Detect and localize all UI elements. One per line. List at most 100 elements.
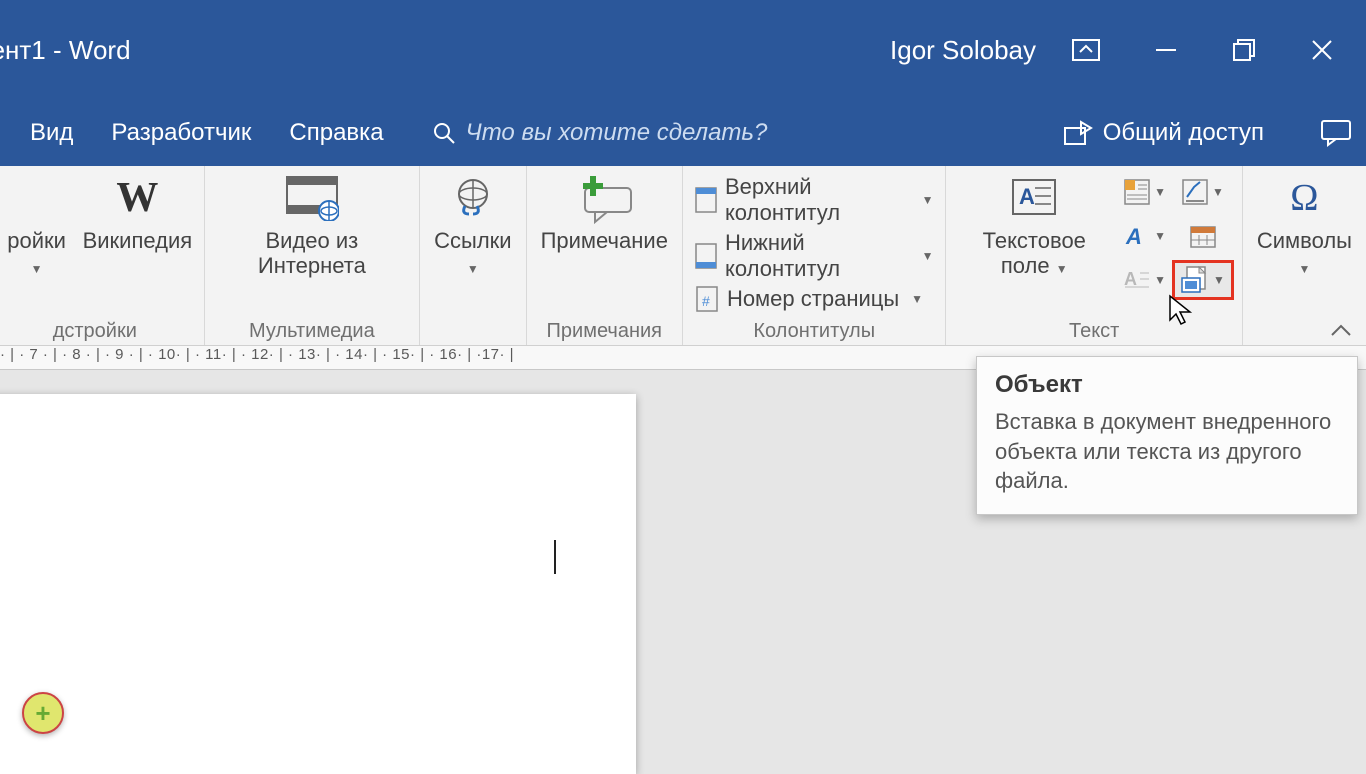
tooltip-object: Объект Вставка в документ внедренного об… (976, 356, 1358, 515)
new-comment-button[interactable]: Примечание (535, 172, 674, 253)
comment-icon (573, 172, 635, 224)
object-button[interactable]: ▼ (1172, 260, 1234, 300)
header-button[interactable]: Верхний колонтитул ▼ (695, 174, 934, 226)
header-label: Верхний колонтитул (725, 174, 910, 226)
group-addins-label: дстройки (0, 318, 196, 345)
my-addins-button[interactable]: ройки ▼ (0, 172, 79, 279)
add-annotation-button[interactable]: + (22, 692, 64, 734)
chevron-down-icon: ▼ (1154, 273, 1166, 287)
chevron-down-icon: ▼ (922, 193, 934, 207)
chevron-down-icon: ▼ (1212, 185, 1224, 199)
ribbon: ройки ▼ W Википедия дстройки Видео из Ин… (0, 166, 1366, 346)
comment-label: Примечание (541, 228, 668, 253)
chevron-down-icon: ▼ (467, 262, 479, 276)
group-text: A Текстовое поле ▼ ▼ ▼ A ▼ (946, 166, 1242, 345)
footer-label: Нижний колонтитул (725, 230, 910, 282)
symbols-button[interactable]: Ω Символы ▼ (1251, 172, 1358, 279)
quick-parts-button[interactable]: ▼ (1118, 172, 1172, 212)
object-icon (1181, 266, 1209, 294)
page[interactable] (0, 394, 636, 774)
group-symbols: Ω Символы ▼ (1243, 166, 1366, 345)
close-icon[interactable] (1310, 38, 1334, 62)
chevron-down-icon: ▼ (922, 249, 934, 263)
online-video-button[interactable]: Видео из Интернета (213, 172, 412, 279)
chevron-down-icon: ▼ (1213, 273, 1225, 287)
signature-icon (1182, 179, 1208, 205)
group-addins: ройки ▼ W Википедия дстройки (0, 166, 205, 345)
chevron-down-icon: ▼ (1154, 185, 1166, 199)
text-box-icon: A (1011, 172, 1057, 224)
chevron-down-icon: ▼ (1056, 262, 1068, 276)
group-comments-label: Примечания (535, 318, 674, 345)
ruler-ticks: · | · 7 · | · 8 · | · 9 · | · 10· | · 11… (0, 346, 514, 363)
wikipedia-label: Википедия (83, 228, 193, 253)
tooltip-body: Вставка в документ внедренного объекта и… (995, 407, 1339, 496)
tell-me-search[interactable] (432, 119, 1025, 147)
footer-button[interactable]: Нижний колонтитул ▼ (695, 230, 934, 282)
wikipedia-button[interactable]: W Википедия (79, 172, 195, 253)
window-controls (1056, 38, 1366, 62)
page-number-icon: # (695, 286, 719, 312)
links-label: Ссылки (434, 228, 511, 253)
textbox-label: Текстовое поле (983, 228, 1086, 278)
svg-text:A: A (1124, 269, 1137, 289)
svg-text:#: # (702, 293, 710, 309)
page-number-label: Номер страницы (727, 286, 899, 312)
quick-parts-icon (1124, 179, 1150, 205)
document-title: умент1 - Word (0, 35, 870, 66)
group-symbols-label (1251, 341, 1358, 345)
chevron-down-icon: ▼ (1154, 229, 1166, 243)
share-button[interactable]: Общий доступ (1063, 119, 1264, 147)
tab-view[interactable]: Вид (30, 113, 73, 153)
date-time-icon (1190, 223, 1216, 249)
minimize-icon[interactable] (1154, 38, 1178, 62)
username: Igor Solobay (870, 35, 1056, 66)
tooltip-title: Объект (995, 371, 1339, 399)
links-button[interactable]: Ссылки ▼ (428, 172, 517, 279)
page-number-button[interactable]: # Номер страницы ▼ (695, 286, 934, 312)
wikipedia-icon: W (116, 172, 158, 224)
header-icon (695, 187, 717, 213)
text-cursor (554, 540, 556, 574)
chevron-down-icon: ▼ (31, 262, 43, 276)
search-input[interactable] (466, 119, 886, 147)
ribbon-tabs: Вид Разработчик Справка Общий доступ (0, 100, 1366, 166)
search-icon (432, 121, 456, 145)
drop-cap-button[interactable]: A ▼ (1118, 260, 1172, 300)
chevron-down-icon: ▼ (1298, 262, 1310, 276)
signature-line-button[interactable]: ▼ (1172, 172, 1234, 212)
group-comments: Примечание Примечания (527, 166, 683, 345)
title-bar: умент1 - Word Igor Solobay (0, 0, 1366, 100)
restore-icon[interactable] (1232, 38, 1256, 62)
comments-pane-icon[interactable] (1320, 119, 1352, 147)
addins-label: ройки (7, 228, 66, 253)
ribbon-display-options-icon[interactable] (1072, 39, 1100, 61)
link-icon (451, 172, 495, 224)
share-icon (1063, 120, 1093, 146)
group-media: Видео из Интернета Мультимедиа (205, 166, 421, 345)
video-icon (285, 172, 339, 224)
wordart-button[interactable]: A ▼ (1118, 216, 1172, 256)
svg-text:A: A (1019, 184, 1035, 209)
date-time-button[interactable] (1172, 216, 1234, 256)
video-label: Видео из Интернета (219, 228, 406, 279)
plus-icon: + (35, 698, 50, 729)
tab-developer[interactable]: Разработчик (111, 113, 251, 153)
wordart-icon: A (1124, 223, 1150, 249)
group-header-footer: Верхний колонтитул ▼ Нижний колонтитул ▼… (683, 166, 947, 345)
symbols-label: Символы (1257, 228, 1352, 253)
drop-cap-icon: A (1124, 267, 1150, 293)
share-label: Общий доступ (1103, 119, 1264, 147)
chevron-down-icon: ▼ (911, 292, 923, 306)
group-text-label: Текст (954, 318, 1233, 345)
omega-icon: Ω (1290, 172, 1318, 224)
footer-icon (695, 243, 717, 269)
tab-help[interactable]: Справка (289, 113, 383, 153)
collapse-ribbon-icon[interactable] (1330, 323, 1352, 341)
group-links: Ссылки ▼ (420, 166, 526, 345)
text-box-button[interactable]: A Текстовое поле ▼ (954, 172, 1114, 279)
svg-text:A: A (1125, 224, 1142, 249)
group-links-label (428, 341, 517, 345)
group-media-label: Мультимедиа (213, 318, 412, 345)
group-hf-label: Колонтитулы (691, 318, 938, 345)
